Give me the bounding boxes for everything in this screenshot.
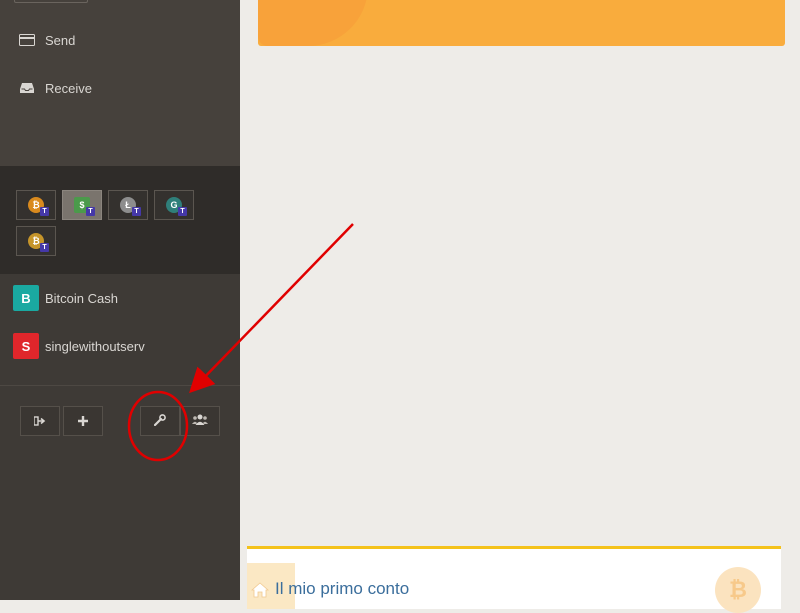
nav-send[interactable]: Send — [0, 20, 240, 60]
wallet-btn-bitcoin-gold-testnet[interactable]: ₿ T — [16, 226, 56, 256]
account-label: singlewithoutserv — [45, 338, 145, 354]
sidebar-nav-section: Send Receive — [0, 0, 240, 166]
top-tab-edge — [14, 0, 88, 3]
credit-card-icon — [19, 32, 35, 48]
banknote-testnet-icon: $ T — [74, 197, 95, 216]
wrench-icon — [153, 413, 166, 429]
sign-out-icon — [33, 413, 46, 429]
users-icon — [192, 413, 208, 429]
inbox-icon — [19, 80, 35, 96]
settings-button[interactable] — [140, 406, 180, 436]
wallet-btn-globe-testnet[interactable]: GT — [154, 190, 194, 220]
sidebar: Send Receive ₿ T $ T ŁT GT ₿ T B Bitcoin Ca… — [0, 0, 240, 600]
litecoin-testnet-icon: ŁT — [120, 197, 141, 216]
account-badge: S — [13, 333, 39, 359]
account-badge: B — [13, 285, 39, 311]
add-account-button[interactable] — [63, 406, 103, 436]
wallet-selector: ₿ T $ T ŁT GT ₿ T — [0, 166, 240, 274]
account-item-bitcoin-cash[interactable]: B Bitcoin Cash — [0, 278, 240, 318]
nav-receive[interactable]: Receive — [0, 68, 240, 108]
account-item-singlewithoutserv[interactable]: S singlewithoutserv — [0, 326, 240, 366]
account-title: Il mio primo conto — [275, 579, 410, 598]
globe-testnet-icon: GT — [166, 197, 187, 216]
wallet-btn-bitcoin-testnet[interactable]: ₿ T — [16, 190, 56, 220]
users-button[interactable] — [180, 406, 220, 436]
plus-icon — [78, 413, 88, 429]
wallet-btn-litecoin-testnet[interactable]: ŁT — [108, 190, 148, 220]
bitcoin-gold-testnet-icon: ₿ T — [28, 233, 49, 252]
bitcoin-testnet-logo-icon: ₿ — [715, 567, 761, 613]
banner-decoration — [258, 0, 368, 46]
account-label: Bitcoin Cash — [45, 290, 118, 306]
nav-send-label: Send — [45, 32, 76, 48]
nav-receive-label: Receive — [45, 80, 92, 96]
wallet-btn-banknote-testnet[interactable]: $ T — [62, 190, 102, 220]
sign-out-button[interactable] — [20, 406, 60, 436]
top-banner — [258, 0, 785, 46]
sidebar-divider — [0, 385, 240, 386]
bitcoin-testnet-icon: ₿ T — [28, 197, 49, 216]
